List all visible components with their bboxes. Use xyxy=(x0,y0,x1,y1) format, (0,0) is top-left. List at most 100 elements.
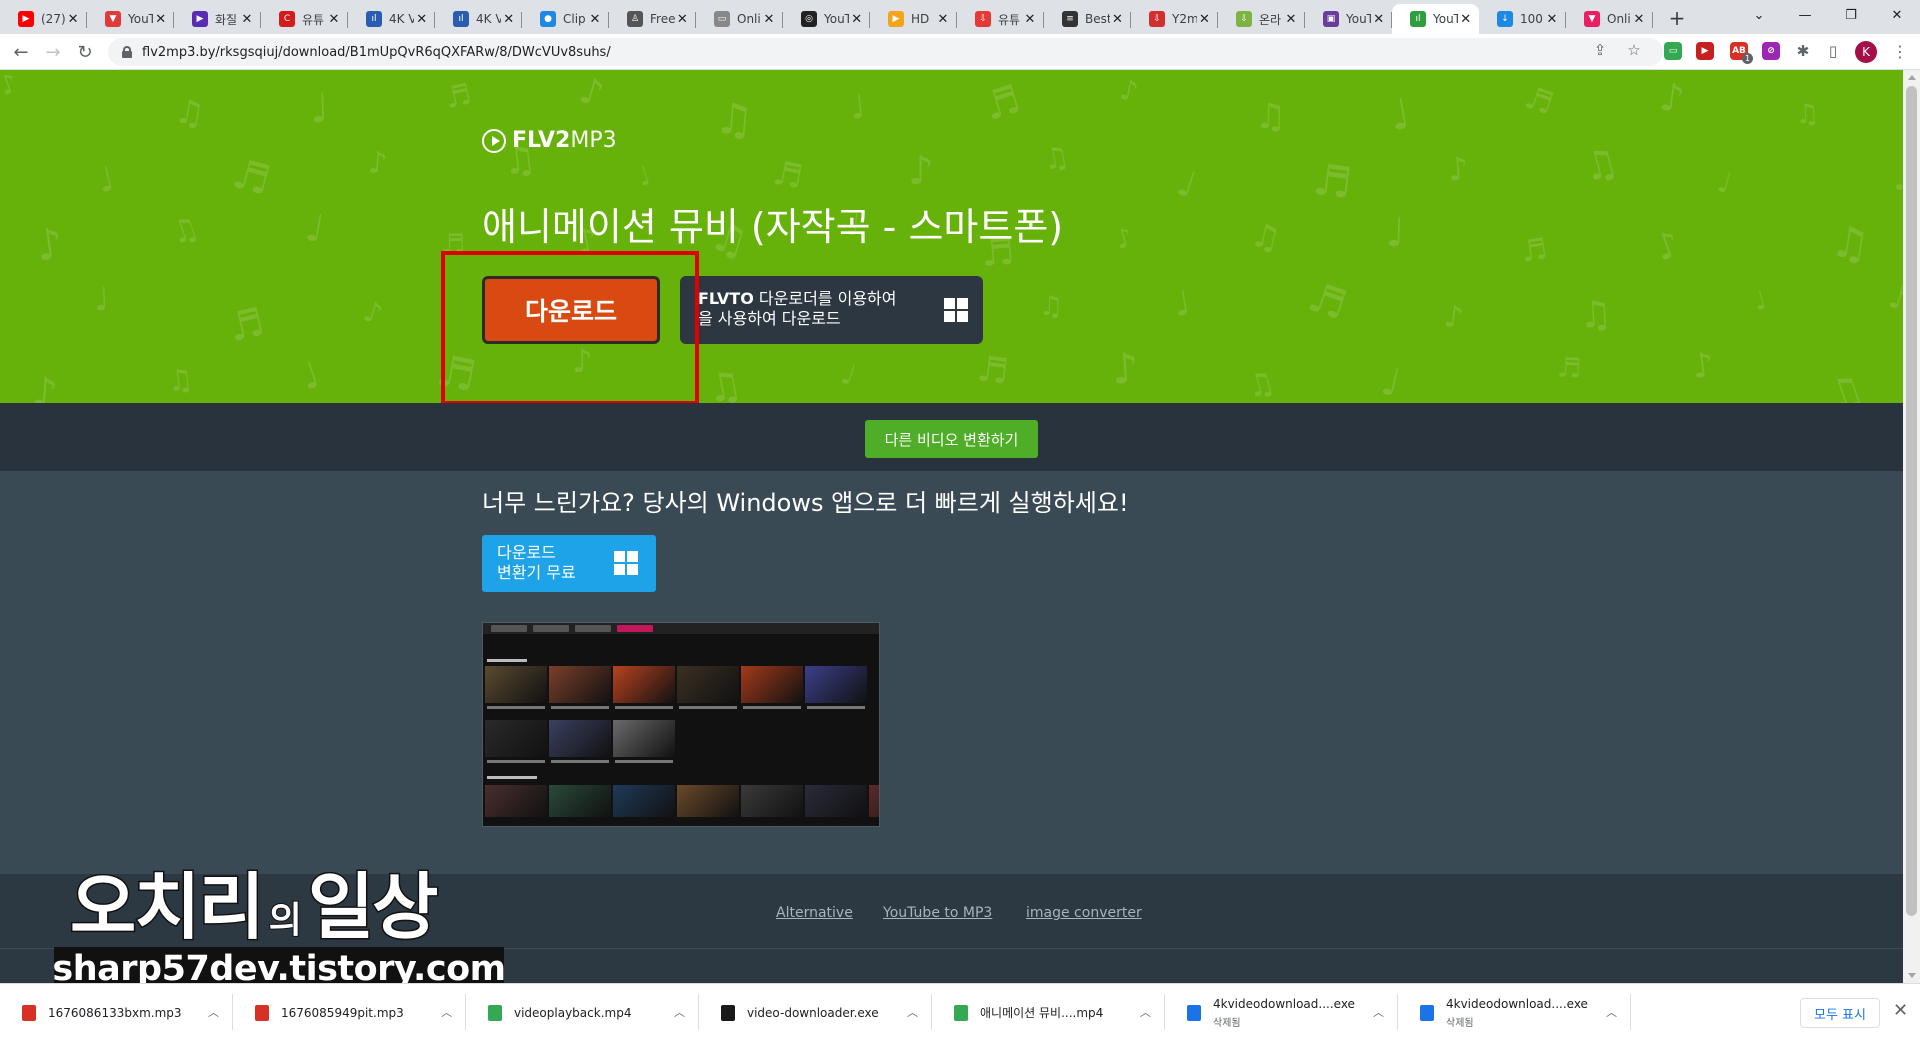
tab-close-icon[interactable]: ✕ xyxy=(1197,12,1212,27)
browser-tab[interactable]: ⇩ Y2m ✕ xyxy=(1131,4,1218,34)
tab-close-icon[interactable]: ✕ xyxy=(414,12,429,27)
browser-tab[interactable]: C 유튜 ✕ xyxy=(261,4,348,34)
tab-close-icon[interactable]: ✕ xyxy=(587,12,603,27)
tab-close-icon[interactable]: ✕ xyxy=(849,12,864,27)
footer-link-alternative[interactable]: Alternative xyxy=(776,905,853,921)
back-icon[interactable]: ← xyxy=(6,37,36,67)
chevron-up-icon[interactable]: ︿ xyxy=(1140,1004,1151,1020)
extension-icon[interactable]: ✱ xyxy=(1794,42,1812,60)
tab-title: 화질 xyxy=(215,12,238,27)
app-tab-chip xyxy=(575,625,611,632)
music-note-decoration: ♬ xyxy=(227,149,276,205)
lock-icon[interactable] xyxy=(122,46,132,58)
profile-avatar[interactable]: K xyxy=(1855,41,1877,63)
tab-close-icon[interactable]: ✕ xyxy=(326,12,342,27)
tab-close-icon[interactable]: ✕ xyxy=(1283,12,1299,27)
tab-close-icon[interactable]: ✕ xyxy=(153,12,168,27)
convert-other-video-button[interactable]: 다른 비디오 변환하기 xyxy=(865,420,1038,458)
browser-tab[interactable]: ⇩ 온라 ✕ xyxy=(1218,4,1305,34)
extension-icon[interactable]: ▶ xyxy=(1696,42,1714,60)
highlight-box xyxy=(441,251,699,403)
url-text[interactable]: flv2mp3.by/rksgsqiuj/download/B1mUpQvR6q… xyxy=(142,45,611,60)
download-filename: 4kvideodownload....exe xyxy=(1446,996,1588,1011)
new-tab-button[interactable]: + xyxy=(1663,4,1691,32)
bookmark-star-icon[interactable]: ☆ xyxy=(1624,40,1644,60)
address-bar[interactable]: flv2mp3.by/rksgsqiuj/download/B1mUpQvR6q… xyxy=(108,38,1663,66)
app-video-thumbnail xyxy=(613,666,675,703)
tab-close-icon[interactable]: ✕ xyxy=(1458,12,1473,27)
chevron-up-icon[interactable]: ︿ xyxy=(208,1004,219,1020)
share-icon[interactable]: ⇪ xyxy=(1590,40,1610,60)
tab-close-icon[interactable]: ✕ xyxy=(1371,12,1386,27)
tab-close-icon[interactable]: ✕ xyxy=(761,12,777,27)
reload-icon[interactable]: ↻ xyxy=(70,37,100,67)
browser-tab[interactable]: ♙ Free ✕ xyxy=(609,4,696,34)
menu-kebab-icon[interactable]: ⋮ xyxy=(1892,42,1908,61)
extension-icon[interactable]: ⊘ xyxy=(1762,42,1780,60)
tab-close-icon[interactable]: ✕ xyxy=(1110,12,1125,27)
browser-tab[interactable]: ● Clip ✕ xyxy=(522,4,609,34)
free-converter-download-button[interactable]: 다운로드 변환기 무료 xyxy=(482,535,656,592)
browser-tab[interactable]: ▶ (27) ✕ xyxy=(0,4,87,34)
logo-text-bold: FLV2 xyxy=(512,128,571,153)
browser-tab[interactable]: ▼ Onli ✕ xyxy=(1566,4,1653,34)
tab-close-icon[interactable]: ✕ xyxy=(501,12,516,27)
tab-close-icon[interactable]: ✕ xyxy=(1631,12,1647,27)
download-item[interactable]: 애니메이션 뮤비....mp4 ︿ xyxy=(932,984,1165,1040)
close-window-button[interactable]: ✕ xyxy=(1874,0,1920,30)
tab-close-icon[interactable]: ✕ xyxy=(65,12,81,27)
extension-icon[interactable]: ▯ xyxy=(1824,42,1842,60)
browser-tab[interactable]: ▶ 화질 ✕ xyxy=(174,4,261,34)
browser-tab[interactable]: ıl 4K V ✕ xyxy=(348,4,435,34)
flv2mp3-logo[interactable]: FLV2 MP3 xyxy=(482,128,617,153)
tab-close-icon[interactable]: ✕ xyxy=(935,12,951,27)
download-item[interactable]: videoplayback.mp4 ︿ xyxy=(466,984,699,1040)
tab-close-icon[interactable]: ✕ xyxy=(239,12,255,27)
browser-tab[interactable]: ▭ Onli ✕ xyxy=(696,4,783,34)
chevron-up-icon[interactable]: ︿ xyxy=(674,1004,685,1020)
footer-link-image-converter[interactable]: image converter xyxy=(1026,905,1142,921)
download-item[interactable]: video-downloader.exe ︿ xyxy=(699,984,932,1040)
tab-close-icon[interactable]: ✕ xyxy=(675,12,690,27)
browser-tab[interactable]: ▣ YouT ✕ xyxy=(1305,4,1392,34)
tab-search-icon[interactable]: ⌄ xyxy=(1736,0,1782,30)
maximize-button[interactable]: ❐ xyxy=(1828,0,1874,30)
scroll-up-icon[interactable] xyxy=(1908,75,1916,80)
music-note-decoration: ♩ xyxy=(1385,88,1414,141)
chevron-up-icon[interactable]: ︿ xyxy=(907,1004,918,1020)
page-scrollbar[interactable] xyxy=(1903,70,1920,983)
file-icon xyxy=(954,1004,968,1021)
browser-tab[interactable]: ▼ YouT ✕ xyxy=(87,4,174,34)
music-note-decoration: ♪ xyxy=(1649,223,1686,270)
app-video-thumbnail xyxy=(805,666,867,703)
extension-icon[interactable]: ▭ xyxy=(1664,42,1682,60)
show-all-downloads-button[interactable]: 모두 표시 xyxy=(1800,998,1880,1028)
scrollbar-thumb[interactable] xyxy=(1906,86,1917,916)
scroll-down-icon[interactable] xyxy=(1908,973,1916,978)
forward-icon[interactable]: → xyxy=(38,37,68,67)
download-item[interactable]: 1676086133bxm.mp3 ︿ xyxy=(0,984,233,1040)
browser-tab[interactable]: ↓ 100 ✕ xyxy=(1479,4,1566,34)
browser-tab[interactable]: ◎ YouT ✕ xyxy=(783,4,870,34)
app-tab-chip xyxy=(533,625,569,632)
browser-tab[interactable]: ▶ HD ✕ xyxy=(870,4,957,34)
app-section-label xyxy=(487,776,537,779)
chevron-up-icon[interactable]: ︿ xyxy=(1606,1004,1617,1020)
browser-tab[interactable]: ⇩ 유튜 ✕ xyxy=(957,4,1044,34)
browser-tab[interactable]: ıl 4K V ✕ xyxy=(435,4,522,34)
browser-tab[interactable]: ıl YouT ✕ xyxy=(1392,4,1479,34)
download-item[interactable]: 1676085949pit.mp3 ︿ xyxy=(233,984,466,1040)
tab-close-icon[interactable]: ✕ xyxy=(1022,12,1038,27)
minimize-button[interactable]: — xyxy=(1782,0,1828,30)
footer-link-youtube-to-mp3[interactable]: YouTube to MP3 xyxy=(883,905,992,921)
chevron-up-icon[interactable]: ︿ xyxy=(1373,1004,1384,1020)
download-item[interactable]: 4kvideodownload....exe 삭제됨 ︿ xyxy=(1398,984,1631,1040)
tab-favicon-icon: ▣ xyxy=(1323,11,1339,27)
tab-close-icon[interactable]: ✕ xyxy=(1544,12,1560,27)
browser-tab[interactable]: ≡ Best ✕ xyxy=(1044,4,1131,34)
chevron-up-icon[interactable]: ︿ xyxy=(441,1004,452,1020)
flvto-download-button[interactable]: FLVTO 다운로더를 이용하여 을 사용하여 다운로드 xyxy=(680,276,983,344)
app-screenshot xyxy=(482,622,880,827)
download-item[interactable]: 4kvideodownload....exe 삭제됨 ︿ xyxy=(1165,984,1398,1040)
close-shelf-icon[interactable]: ✕ xyxy=(1893,1000,1908,1021)
